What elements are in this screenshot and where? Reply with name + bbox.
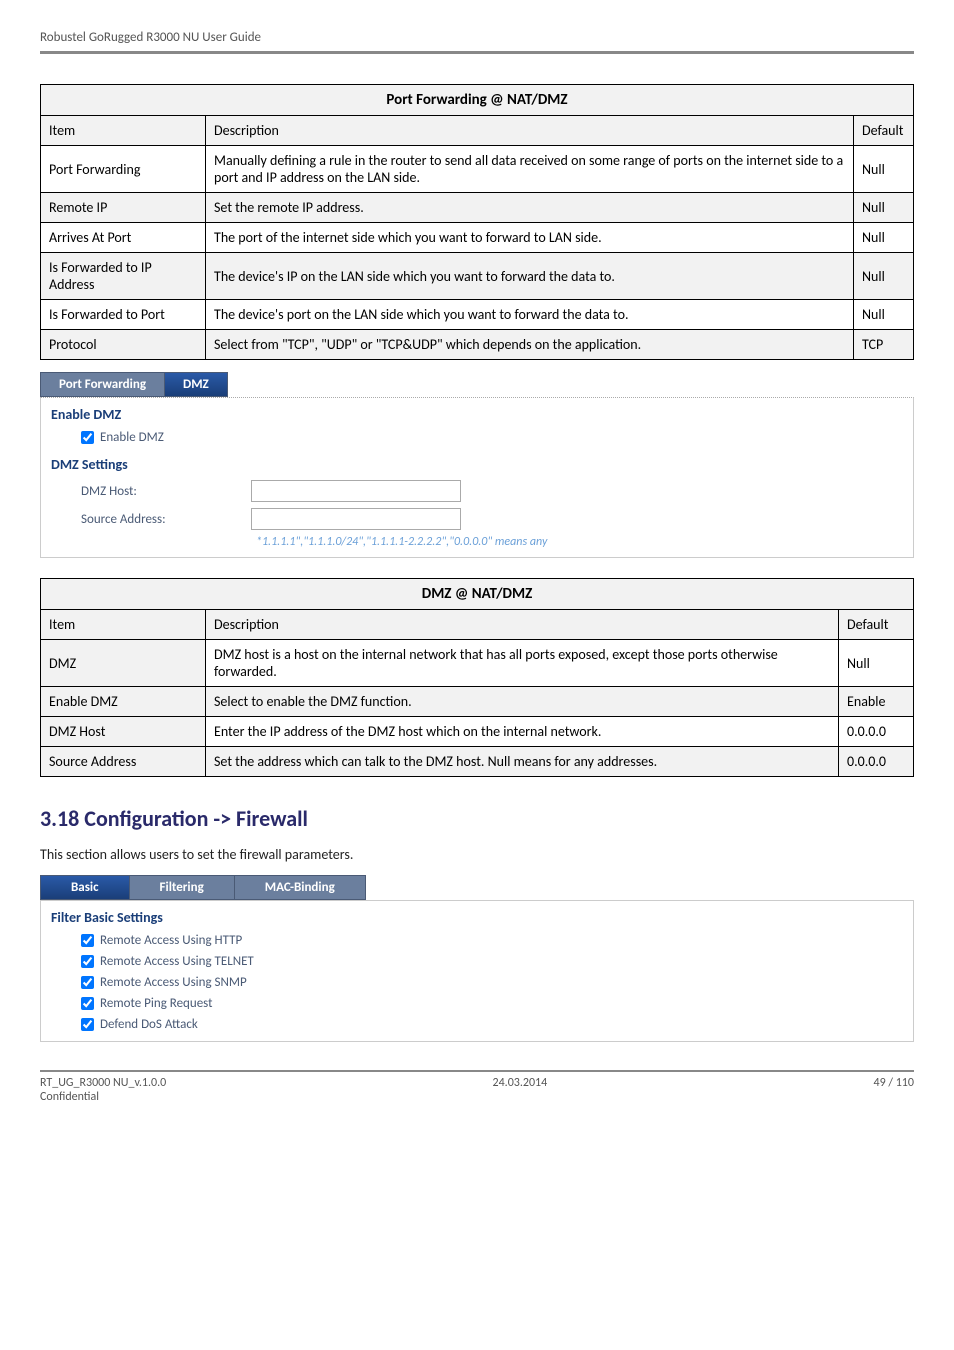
source-address-row: Source Address:	[41, 505, 913, 533]
col-default: Default	[839, 610, 914, 640]
dmz-host-label: DMZ Host:	[81, 484, 251, 499]
dmz-settings-header: DMZ Settings	[41, 448, 913, 477]
tab-port-forwarding[interactable]: Port Forwarding	[40, 372, 165, 397]
col-item: Item	[41, 610, 206, 640]
doc-header: Robustel GoRugged R3000 NU User Guide	[40, 30, 914, 54]
cell-item: DMZ Host	[41, 717, 206, 747]
dmz-host-input[interactable]	[251, 480, 461, 502]
body-text: This section allows users to set the fir…	[40, 846, 914, 863]
cell-desc: Set the remote IP address.	[206, 193, 854, 223]
cell-item: Remote IP	[41, 193, 206, 223]
dmz-tab-bar: Port Forwarding DMZ	[40, 372, 914, 397]
cell-def: Null	[854, 253, 914, 300]
filter-basic-panel: Filter Basic Settings Remote Access Usin…	[40, 900, 914, 1042]
port-forwarding-table: Port Forwarding @ NAT/DMZ Item Descripti…	[40, 84, 914, 360]
footer-left: RT_UG_R3000 NU_v.1.0.0 Confidential	[40, 1076, 166, 1104]
filter-row: Defend DoS Attack	[41, 1014, 913, 1035]
filter-label: Defend DoS Attack	[100, 1017, 198, 1032]
footer-center: 24.03.2014	[493, 1076, 548, 1104]
table-row: Remote IP Set the remote IP address. Nul…	[41, 193, 914, 223]
cell-item: Protocol	[41, 330, 206, 360]
table-row: Is Forwarded to IP Address The device's …	[41, 253, 914, 300]
cell-desc: Manually defining a rule in the router t…	[206, 146, 854, 193]
cell-item: Port Forwarding	[41, 146, 206, 193]
col-desc: Description	[206, 116, 854, 146]
cell-def: Enable	[839, 687, 914, 717]
filter-label: Remote Ping Request	[100, 996, 212, 1011]
enable-dmz-row: Enable DMZ	[41, 427, 913, 448]
enable-dmz-checkbox[interactable]	[81, 431, 94, 444]
dmz-host-row: DMZ Host:	[41, 477, 913, 505]
cell-desc: Select from "TCP", "UDP" or "TCP&UDP" wh…	[206, 330, 854, 360]
filter-label: Remote Access Using SNMP	[100, 975, 247, 990]
cell-item: Is Forwarded to IP Address	[41, 253, 206, 300]
filter-row: Remote Access Using SNMP	[41, 972, 913, 993]
cell-def: 0.0.0.0	[839, 747, 914, 777]
cell-item: DMZ	[41, 640, 206, 687]
remote-snmp-checkbox[interactable]	[81, 976, 94, 989]
table1-title: Port Forwarding @ NAT/DMZ	[41, 85, 914, 116]
cell-desc: The device's port on the LAN side which …	[206, 300, 854, 330]
table-row: Protocol Select from "TCP", "UDP" or "TC…	[41, 330, 914, 360]
dmz-table: DMZ @ NAT/DMZ Item Description Default D…	[40, 578, 914, 777]
footer-right: 49 / 110	[874, 1076, 914, 1104]
cell-desc: The port of the internet side which you …	[206, 223, 854, 253]
enable-dmz-header: Enable DMZ	[41, 398, 913, 427]
remote-ping-checkbox[interactable]	[81, 997, 94, 1010]
cell-desc: Enter the IP address of the DMZ host whi…	[206, 717, 839, 747]
tab-filtering[interactable]: Filtering	[129, 875, 235, 900]
cell-def: Null	[854, 146, 914, 193]
page-footer: RT_UG_R3000 NU_v.1.0.0 Confidential 24.0…	[40, 1070, 914, 1104]
cell-def: Null	[839, 640, 914, 687]
dmz-panel: Enable DMZ Enable DMZ DMZ Settings DMZ H…	[40, 397, 914, 558]
table-row: Port Forwarding Manually defining a rule…	[41, 146, 914, 193]
tab-dmz[interactable]: DMZ	[164, 372, 228, 397]
cell-def: Null	[854, 300, 914, 330]
source-address-input[interactable]	[251, 508, 461, 530]
defend-dos-checkbox[interactable]	[81, 1018, 94, 1031]
cell-desc: Set the address which can talk to the DM…	[206, 747, 839, 777]
col-item: Item	[41, 116, 206, 146]
table-row: Is Forwarded to Port The device's port o…	[41, 300, 914, 330]
remote-http-checkbox[interactable]	[81, 934, 94, 947]
table-row: Arrives At Port The port of the internet…	[41, 223, 914, 253]
filter-row: Remote Access Using TELNET	[41, 951, 913, 972]
cell-def: 0.0.0.0	[839, 717, 914, 747]
source-address-label: Source Address:	[81, 512, 251, 527]
table-row: DMZ DMZ host is a host on the internal n…	[41, 640, 914, 687]
table-row: Source Address Set the address which can…	[41, 747, 914, 777]
cell-desc: The device's IP on the LAN side which yo…	[206, 253, 854, 300]
col-desc: Description	[206, 610, 839, 640]
source-address-hint: *1.1.1.1","1.1.1.0/24","1.1.1.1-2.2.2.2"…	[41, 533, 913, 557]
filter-row: Remote Access Using HTTP	[41, 930, 913, 951]
tab-mac-binding[interactable]: MAC-Binding	[234, 875, 366, 900]
filter-row: Remote Ping Request	[41, 993, 913, 1014]
filter-label: Remote Access Using HTTP	[100, 933, 242, 948]
enable-dmz-label: Enable DMZ	[100, 430, 164, 445]
cell-item: Arrives At Port	[41, 223, 206, 253]
col-default: Default	[854, 116, 914, 146]
table-row: Enable DMZ Select to enable the DMZ func…	[41, 687, 914, 717]
cell-item: Enable DMZ	[41, 687, 206, 717]
cell-desc: DMZ host is a host on the internal netwo…	[206, 640, 839, 687]
cell-item: Is Forwarded to Port	[41, 300, 206, 330]
tab-basic[interactable]: Basic	[40, 875, 130, 900]
filter-label: Remote Access Using TELNET	[100, 954, 254, 969]
cell-def: Null	[854, 223, 914, 253]
cell-def: TCP	[854, 330, 914, 360]
table2-title: DMZ @ NAT/DMZ	[41, 579, 914, 610]
remote-telnet-checkbox[interactable]	[81, 955, 94, 968]
table-row: DMZ Host Enter the IP address of the DMZ…	[41, 717, 914, 747]
filter-basic-header: Filter Basic Settings	[41, 901, 913, 930]
firewall-tab-bar: Basic Filtering MAC-Binding	[40, 875, 914, 900]
section-heading: 3.18 Configuration -> Firewall	[40, 805, 914, 832]
cell-desc: Select to enable the DMZ function.	[206, 687, 839, 717]
cell-item: Source Address	[41, 747, 206, 777]
cell-def: Null	[854, 193, 914, 223]
